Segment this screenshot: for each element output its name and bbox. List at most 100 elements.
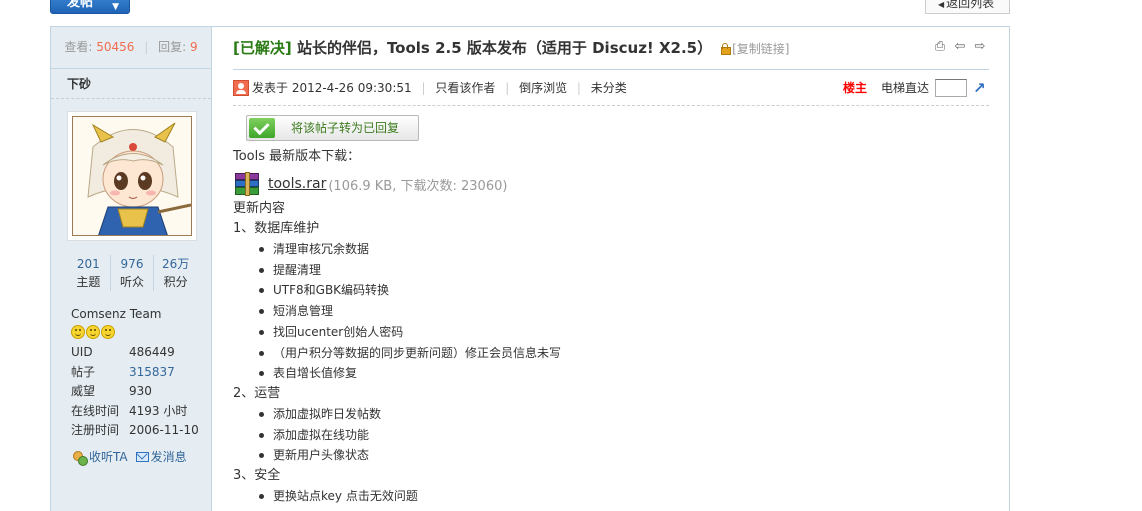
printer-icon[interactable]: ⎙ <box>933 40 947 54</box>
avatar-frame[interactable] <box>67 111 197 241</box>
count-value: 201 <box>76 257 100 271</box>
rank-stars <box>71 325 211 339</box>
floor-controls: 楼主 电梯直达 ↗ <box>843 79 989 97</box>
meta-divider: | <box>505 81 510 95</box>
info-key: UID <box>71 345 93 359</box>
post-content: Tools 最新版本下载： tools.rar (106.9 KB, 下载次数:… <box>233 147 989 507</box>
section-title: 3、安全 <box>233 468 281 484</box>
list-item: 更换站点key 点击无效问题 <box>259 486 989 507</box>
info-row-uid: UID 486449 <box>71 343 211 363</box>
chevron-down-icon: ▼ <box>112 2 119 12</box>
update-heading: 更新内容 <box>233 201 286 216</box>
meta-divider-line <box>233 105 989 106</box>
views-label: 查看: <box>64 40 93 54</box>
triangle-left-icon: ◀ <box>938 0 945 9</box>
author-counts: 201 主题 976 听众 26万 积分 <box>67 255 197 291</box>
info-row-register-time: 注册时间 2006-11-10 <box>71 421 211 441</box>
count-label: 主题 <box>76 275 101 289</box>
thread-status: [已解决] <box>233 39 292 57</box>
section-title: 1、数据库维护 <box>233 221 320 236</box>
count-value: 26万 <box>162 257 190 271</box>
author-count-threads[interactable]: 201 主题 <box>67 255 111 291</box>
info-value: 930 <box>129 384 152 398</box>
post-meta: 发表于 2012-4-26 09:30:51 | 只看该作者 | 倒序浏览 | … <box>233 79 989 99</box>
previous-thread-icon[interactable]: ⇦ <box>953 40 967 54</box>
info-value: 486449 <box>129 345 175 359</box>
floor-jump-input[interactable] <box>935 79 967 97</box>
list-item: （用户积分等数据的同步更新问题）修正会员信息未写 <box>259 343 989 364</box>
lock-icon <box>720 43 732 55</box>
list-item: 添加虚拟昨日发帖数 <box>259 404 989 425</box>
info-key: 在线时间 <box>71 403 120 418</box>
follow-icon <box>71 450 88 466</box>
rar-file-icon <box>233 171 263 197</box>
list-item: 短消息管理 <box>259 301 989 322</box>
list-item: 更新用户头像状态 <box>259 445 989 466</box>
author-count-followers[interactable]: 976 听众 <box>111 255 155 291</box>
back-to-list-button[interactable]: ◀ 返回列表 <box>925 0 1010 14</box>
info-row-prestige: 威望 930 <box>71 382 211 402</box>
follow-link[interactable]: 收听TA <box>71 449 128 466</box>
attachment-link[interactable]: tools.rar <box>268 176 326 192</box>
send-message-link[interactable]: 发消息 <box>135 449 187 465</box>
new-post-label: 发帖 <box>67 0 94 10</box>
attachment: tools.rar (106.9 KB, 下载次数: 23060) <box>233 171 989 197</box>
back-to-list-label: 返回列表 <box>946 0 995 10</box>
post-frame: 查看: 50456 | 回复: 9 下砂 201 主题 976 听众 26万 积… <box>50 26 1010 511</box>
floor-label: 楼主 <box>842 81 867 95</box>
title-divider <box>233 69 989 70</box>
smiley-icon <box>71 325 85 339</box>
thread-stats: 查看: 50456 | 回复: 9 <box>51 27 211 69</box>
thread-title: [已解决] 站长的伴侣，Tools 2.5 版本发布（适用于 Discuz! X… <box>233 37 989 60</box>
new-post-button[interactable]: 发帖 ▼ <box>50 0 130 14</box>
replies-label: 回复: <box>158 40 187 54</box>
category-label: 未分类 <box>590 81 627 95</box>
info-key: 威望 <box>71 384 96 398</box>
author-sidebar: 查看: 50456 | 回复: 9 下砂 201 主题 976 听众 26万 积… <box>51 27 212 511</box>
next-thread-icon[interactable]: ⇨ <box>973 40 987 54</box>
user-group[interactable]: Comsenz Team <box>71 307 211 321</box>
check-icon <box>249 118 275 138</box>
author-count-credits[interactable]: 26万 积分 <box>154 255 197 291</box>
avatar-illustration <box>73 117 191 235</box>
update-list: 清理审核冗余数据 提醒清理 UTF8和GBK编码转换 短消息管理 找回ucent… <box>259 239 989 384</box>
mark-replied-label: 将该帖子转为已回复 <box>291 121 400 135</box>
count-value: 976 <box>120 257 144 271</box>
list-item: 添加虚拟在线功能 <box>259 425 989 446</box>
info-value: 2006-11-10 <box>129 423 199 437</box>
mark-replied-button[interactable]: 将该帖子转为已回复 <box>246 115 419 141</box>
copy-link[interactable]: [复制链接] <box>732 42 789 56</box>
send-message-label: 发消息 <box>150 449 187 464</box>
post-time: 发表于 2012-4-26 09:30:51 <box>252 81 412 95</box>
views-count: 50456 <box>96 40 135 54</box>
meta-divider: | <box>421 81 426 95</box>
post-main: [已解决] 站长的伴侣，Tools 2.5 版本发布（适用于 Discuz! X… <box>213 27 1009 511</box>
jump-label: 电梯直达 <box>880 81 929 95</box>
only-author-link[interactable]: 只看该作者 <box>435 81 495 95</box>
thread-title-row: [已解决] 站长的伴侣，Tools 2.5 版本发布（适用于 Discuz! X… <box>233 37 989 61</box>
jump-arrow-icon[interactable]: ↗ <box>973 80 989 96</box>
thread-title-text: 站长的伴侣，Tools 2.5 版本发布（适用于 Discuz! X2.5） <box>291 39 713 57</box>
author-status-icon <box>233 80 249 96</box>
update-list: 更换站点key 点击无效问题 <box>259 486 989 507</box>
info-value-link[interactable]: 315837 <box>129 363 175 383</box>
count-label: 积分 <box>163 275 188 289</box>
section-title: 2、运营 <box>233 385 281 401</box>
info-row-posts: 帖子 315837 <box>71 363 211 383</box>
author-name[interactable]: 下砂 <box>51 69 211 99</box>
info-key: 帖子 <box>71 364 96 379</box>
author-info: UID 486449 帖子 315837 威望 930 在线时间 4193 小时… <box>71 343 211 441</box>
info-key: 注册时间 <box>71 423 120 437</box>
list-item: 清理审核冗余数据 <box>259 239 989 260</box>
smiley-icon <box>101 325 115 339</box>
list-item: UTF8和GBK编码转换 <box>259 280 989 301</box>
info-value: 4193 小时 <box>129 403 188 418</box>
list-item: 表自增长值修复 <box>259 363 989 384</box>
download-heading: Tools 最新版本下载： <box>233 149 361 164</box>
follow-label: 收听TA <box>89 449 128 464</box>
replies-count: 9 <box>190 40 198 54</box>
reverse-order-link[interactable]: 倒序浏览 <box>519 81 567 95</box>
mail-icon <box>135 452 149 462</box>
avatar[interactable] <box>72 116 192 236</box>
list-item: 提醒清理 <box>259 260 989 281</box>
